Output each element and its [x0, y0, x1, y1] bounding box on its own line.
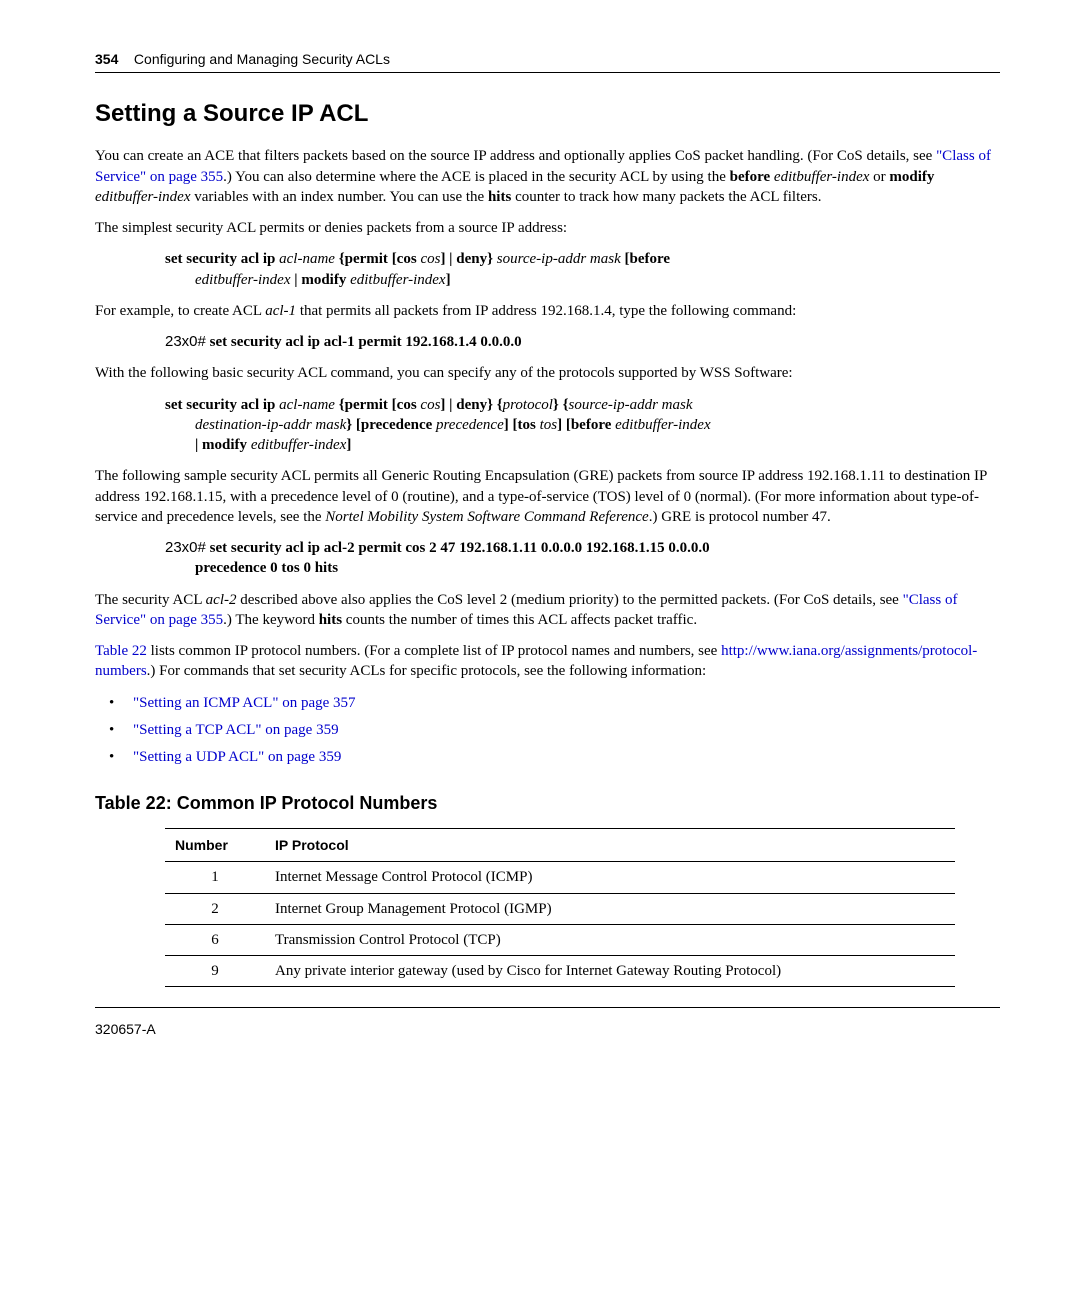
document-id: 320657-A: [95, 1020, 1000, 1039]
chapter-title: Configuring and Managing Security ACLs: [134, 51, 390, 67]
body-paragraph: You can create an ACE that filters packe…: [95, 146, 1000, 207]
command-syntax: set security acl ip acl-name {permit [co…: [95, 249, 1000, 290]
table-title: Table 22: Common IP Protocol Numbers: [95, 791, 1000, 815]
protocol-number: 1: [165, 862, 265, 893]
body-paragraph: For example, to create ACL acl-1 that pe…: [95, 301, 1000, 321]
protocol-number: 2: [165, 893, 265, 924]
list-item: "Setting a UDP ACL" on page 359: [95, 747, 1000, 767]
protocol-table: Number IP Protocol 1 Internet Message Co…: [165, 828, 955, 988]
protocol-number: 9: [165, 956, 265, 987]
footer-rule: [95, 1007, 1000, 1008]
command-syntax: set security acl ip acl-name {permit [co…: [95, 395, 1000, 456]
link-icmp-acl[interactable]: "Setting an ICMP ACL" on page 357: [133, 695, 356, 711]
body-paragraph: With the following basic security ACL co…: [95, 363, 1000, 383]
body-paragraph: The following sample security ACL permit…: [95, 466, 1000, 527]
section-heading: Setting a Source IP ACL: [95, 98, 1000, 130]
link-table-22[interactable]: Table 22: [95, 643, 147, 659]
protocol-name: Internet Message Control Protocol (ICMP): [265, 862, 955, 893]
list-item: "Setting an ICMP ACL" on page 357: [95, 693, 1000, 713]
table-header-protocol: IP Protocol: [265, 828, 955, 862]
body-paragraph: The simplest security ACL permits or den…: [95, 218, 1000, 238]
table-row: 2 Internet Group Management Protocol (IG…: [165, 893, 955, 924]
cross-reference-list: "Setting an ICMP ACL" on page 357 "Setti…: [95, 693, 1000, 768]
protocol-name: Internet Group Management Protocol (IGMP…: [265, 893, 955, 924]
page-number: 354: [95, 51, 118, 67]
cli-prompt: 23x0#: [165, 333, 206, 350]
table-row: 6 Transmission Control Protocol (TCP): [165, 924, 955, 955]
table-row: 1 Internet Message Control Protocol (ICM…: [165, 862, 955, 893]
link-tcp-acl[interactable]: "Setting a TCP ACL" on page 359: [133, 722, 339, 738]
command-example: 23x0# set security acl ip acl-2 permit c…: [95, 538, 1000, 579]
protocol-name: Any private interior gateway (used by Ci…: [265, 956, 955, 987]
page-header: 354 Configuring and Managing Security AC…: [95, 50, 1000, 69]
protocol-number: 6: [165, 924, 265, 955]
cli-prompt: 23x0#: [165, 539, 206, 556]
protocol-name: Transmission Control Protocol (TCP): [265, 924, 955, 955]
table-header-number: Number: [165, 828, 265, 862]
link-udp-acl[interactable]: "Setting a UDP ACL" on page 359: [133, 749, 341, 765]
list-item: "Setting a TCP ACL" on page 359: [95, 720, 1000, 740]
command-example: 23x0# set security acl ip acl-1 permit 1…: [95, 332, 1000, 352]
header-rule: [95, 72, 1000, 73]
body-paragraph: The security ACL acl-2 described above a…: [95, 590, 1000, 631]
body-paragraph: Table 22 lists common IP protocol number…: [95, 641, 1000, 682]
table-row: 9 Any private interior gateway (used by …: [165, 956, 955, 987]
